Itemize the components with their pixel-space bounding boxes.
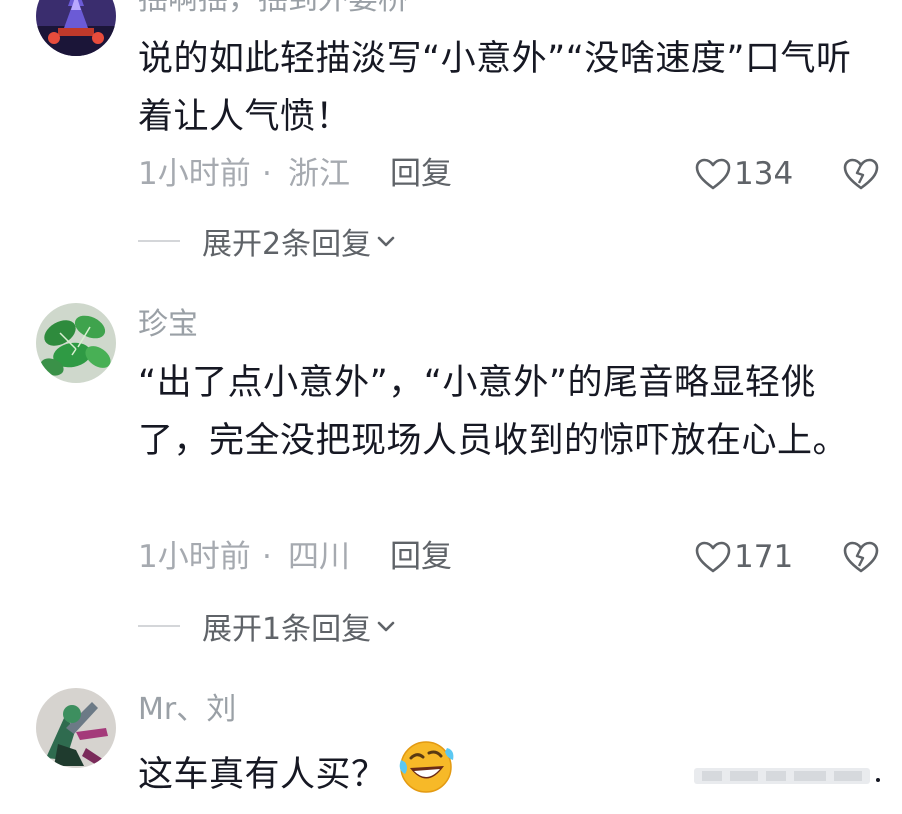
like-count: 134	[734, 156, 794, 192]
broken-heart-icon[interactable]	[842, 539, 880, 575]
chevron-down-icon	[375, 230, 397, 252]
comment-time: 1小时前	[138, 539, 251, 575]
username[interactable]: Mr、刘	[138, 692, 236, 728]
expand-replies-label: 展开2条回复	[202, 227, 372, 262]
divider	[138, 625, 180, 627]
chevron-down-icon	[375, 615, 397, 637]
watermark-bar	[690, 758, 886, 792]
comment-meta: 1小时前 · 四川 回复 171	[138, 537, 880, 577]
comment-text-content: 这车真有人买？	[138, 755, 387, 795]
expand-replies-label: 展开1条回复	[202, 612, 372, 647]
comment-text: 说的如此轻描淡写“小意外”“没啥速度”口气听着让人气愤！	[138, 39, 852, 137]
heart-outline-icon	[694, 540, 732, 574]
comment-location: 四川	[288, 539, 350, 575]
avatar[interactable]	[36, 303, 116, 383]
reply-button[interactable]: 回复	[390, 154, 452, 194]
comment-time: 1小时前	[138, 156, 251, 192]
username[interactable]: 珍宝	[138, 307, 198, 343]
comment-text: “出了点小意外”，“小意外”的尾音略显轻佻了，完全没把现场人员收到的惊吓放在心上…	[138, 363, 849, 461]
heart-outline-icon	[694, 157, 732, 191]
comment-location: 浙江	[288, 156, 350, 192]
separator-dot: ·	[262, 539, 272, 575]
avatar[interactable]	[36, 688, 116, 768]
broken-heart-icon[interactable]	[842, 156, 880, 192]
separator-dot: ·	[262, 156, 272, 192]
like-count: 171	[734, 539, 794, 575]
divider	[138, 240, 180, 242]
comment-meta: 1小时前 · 浙江 回复 134	[138, 154, 880, 194]
username[interactable]: 揺啊揺，揺到外婆桥	[138, 0, 408, 18]
expand-replies[interactable]: 展开2条回复	[138, 221, 397, 262]
like-button[interactable]: 134	[694, 154, 793, 194]
reply-button[interactable]: 回复	[390, 537, 452, 577]
avatar[interactable]	[36, 0, 116, 56]
expand-replies[interactable]: 展开1条回复	[138, 606, 397, 647]
like-button[interactable]: 171	[694, 537, 793, 577]
